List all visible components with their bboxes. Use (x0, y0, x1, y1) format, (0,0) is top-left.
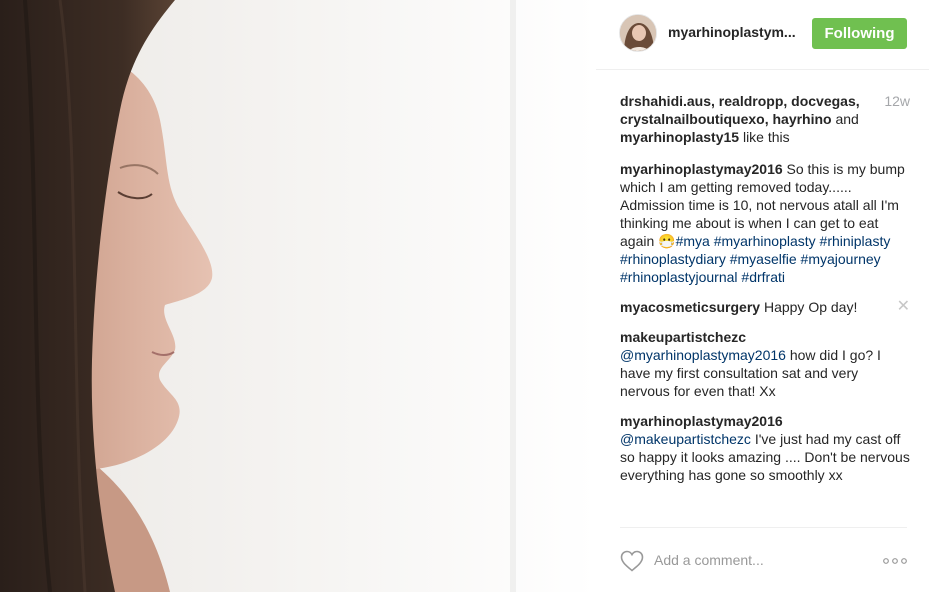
post-timestamp[interactable]: 12w (884, 92, 910, 110)
post-comments-area: drshahidi.aus, realdropp, docvegas, crys… (620, 92, 910, 484)
more-options-icon[interactable] (883, 558, 907, 564)
comment-username[interactable]: myarhinoplastymay2016 (620, 413, 783, 429)
comment-item: myarhinoplastymay2016 @makeupartistchezc… (620, 412, 910, 484)
close-icon[interactable]: ✕ (897, 299, 910, 315)
add-comment-input[interactable]: Add a comment... (654, 552, 764, 568)
post-photo[interactable] (0, 0, 596, 592)
comment-mention[interactable]: @myarhinoplastymay2016 (620, 347, 786, 363)
comment-username[interactable]: myacosmeticsurgery (620, 299, 760, 315)
post-footer: Add a comment... (620, 527, 907, 592)
likes-suffix: like this (739, 129, 790, 145)
profile-photo-illustration (0, 0, 596, 592)
post-details-panel: myarhinoplastym... Following drshahidi.a… (596, 0, 929, 592)
likes-and-text: and (831, 111, 859, 127)
comment-mention[interactable]: @makeupartistchezc (620, 431, 751, 447)
caption-username[interactable]: myarhinoplastymay2016 (620, 161, 783, 177)
caption: myarhinoplastymay2016 So this is my bump… (620, 160, 910, 286)
liker-last[interactable]: myarhinoplasty15 (620, 129, 739, 145)
avatar-image (620, 15, 656, 51)
comment-item: makeupartistchezc @myarhinoplastymay2016… (620, 328, 910, 400)
heart-outline-icon[interactable] (620, 550, 644, 572)
post-header: myarhinoplastym... Following (596, 0, 929, 70)
comment-username[interactable]: makeupartistchezc (620, 329, 746, 345)
likes-summary: drshahidi.aus, realdropp, docvegas, crys… (620, 92, 910, 146)
likers-list[interactable]: drshahidi.aus, realdropp, docvegas, crys… (620, 93, 860, 127)
following-button[interactable]: Following (812, 18, 907, 49)
comment-item: myacosmeticsurgery Happy Op day! ✕ (620, 298, 910, 316)
username-link[interactable]: myarhinoplastym... (668, 24, 796, 40)
avatar[interactable] (619, 14, 657, 52)
comment-text: Happy Op day! (760, 299, 858, 315)
